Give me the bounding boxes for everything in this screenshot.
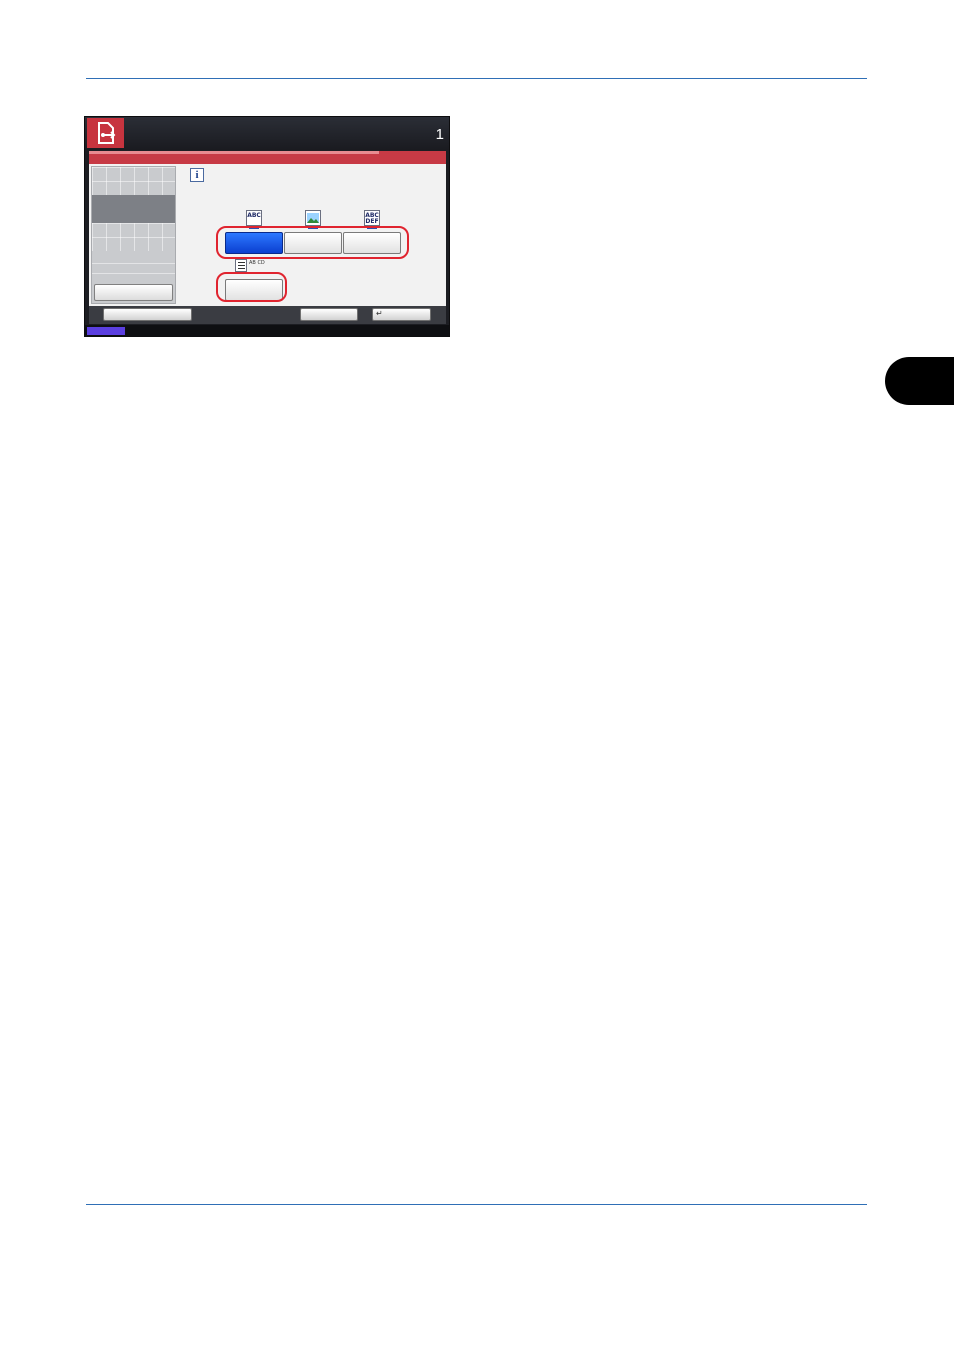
bottom-rule (86, 1204, 867, 1205)
ocr-caption: AB CD (249, 260, 265, 266)
status-indicator (87, 327, 125, 335)
left-menu-divider (92, 263, 175, 264)
left-menu (91, 166, 176, 304)
return-arrow-icon: ↵ (376, 309, 383, 318)
status-strip (85, 325, 449, 336)
text-photo-icon: ABC (246, 210, 262, 229)
device-panel: 1 i ABC ABC DEF AB CD ↵ (84, 116, 450, 337)
content-area: i ABC ABC DEF AB CD (89, 164, 446, 306)
left-menu-divider (92, 273, 175, 274)
info-icon[interactable]: i (190, 168, 204, 182)
footer-return-button[interactable]: ↵ (372, 308, 431, 321)
footer-left-button[interactable] (103, 308, 192, 321)
left-menu-button[interactable] (94, 284, 173, 301)
footer-middle-button[interactable] (300, 308, 358, 321)
title-bar (89, 151, 446, 164)
ocr-text-icon (235, 259, 247, 272)
top-rule (86, 78, 867, 79)
send-document-icon[interactable] (87, 118, 124, 148)
panel-header: 1 (85, 117, 449, 150)
highlight-row2 (216, 272, 287, 302)
left-menu-selected-item[interactable] (92, 195, 175, 223)
footer-bar: ↵ (89, 306, 446, 324)
chapter-tab (885, 357, 954, 405)
text-icon: ABC DEF (364, 210, 380, 229)
title-bar-sheen (89, 151, 379, 154)
photo-icon (305, 210, 321, 229)
highlight-row1 (216, 226, 409, 259)
copy-counter: 1 (435, 126, 444, 143)
